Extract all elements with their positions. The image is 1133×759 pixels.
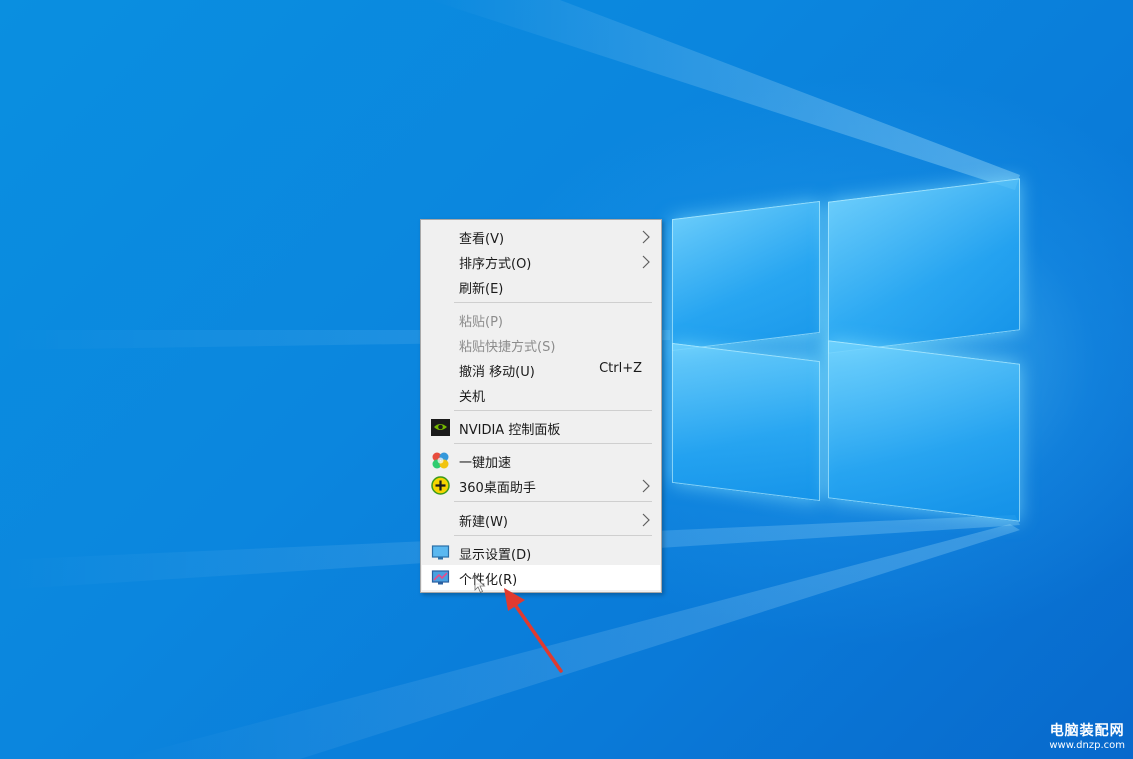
menu-item-refresh[interactable]: 刷新(E) xyxy=(422,274,660,299)
mouse-cursor-icon xyxy=(474,576,486,594)
menu-separator xyxy=(454,501,652,502)
watermark-url: www.dnzp.com xyxy=(1049,739,1125,751)
speedup-icon xyxy=(432,452,449,469)
menu-item-display-settings[interactable]: 显示设置(D) xyxy=(422,540,660,565)
nvidia-icon xyxy=(431,419,450,436)
chevron-right-icon xyxy=(642,255,650,269)
menu-item-label: 显示设置(D) xyxy=(459,548,532,563)
watermark-main: 电脑装配网 xyxy=(1049,723,1125,740)
menu-item-undo-move[interactable]: 撤消 移动(U) Ctrl+Z xyxy=(422,357,660,382)
windows-logo xyxy=(670,168,1022,528)
menu-separator xyxy=(454,443,652,444)
360-desktop-icon xyxy=(431,476,450,495)
annotation-arrow-icon xyxy=(504,588,563,673)
watermark: 电脑装配网 www.dnzp.com xyxy=(1049,723,1125,751)
chevron-right-icon xyxy=(642,230,650,244)
menu-item-nvidia-control-panel[interactable]: NVIDIA 控制面板 xyxy=(422,415,660,440)
menu-item-shortcut: Ctrl+Z xyxy=(599,361,642,376)
personalize-icon xyxy=(431,570,450,585)
menu-item-shutdown[interactable]: 关机 xyxy=(422,382,660,407)
menu-item-label: 粘贴(P) xyxy=(459,315,503,330)
menu-item-label: 新建(W) xyxy=(459,515,508,530)
menu-item-label: 关机 xyxy=(459,390,486,405)
menu-item-speedup[interactable]: 一键加速 xyxy=(422,448,660,473)
menu-item-label: 360桌面助手 xyxy=(459,481,536,496)
menu-item-label: 撤消 移动(U) xyxy=(459,365,535,380)
menu-item-label: 一键加速 xyxy=(459,456,512,471)
chevron-right-icon xyxy=(642,513,650,527)
menu-item-view[interactable]: 查看(V) xyxy=(422,224,660,249)
desktop-context-menu: 查看(V) 排序方式(O) 刷新(E) 粘贴(P) 粘贴快捷方式(S) 撤消 移… xyxy=(420,219,662,593)
menu-item-paste: 粘贴(P) xyxy=(422,307,660,332)
menu-separator xyxy=(454,410,652,411)
menu-separator xyxy=(454,302,652,303)
menu-separator xyxy=(454,535,652,536)
desktop: 查看(V) 排序方式(O) 刷新(E) 粘贴(P) 粘贴快捷方式(S) 撤消 移… xyxy=(0,0,1133,759)
menu-item-label: 粘贴快捷方式(S) xyxy=(459,340,556,355)
chevron-right-icon xyxy=(642,479,650,493)
menu-item-label: NVIDIA 控制面板 xyxy=(459,423,561,438)
menu-item-paste-shortcut: 粘贴快捷方式(S) xyxy=(422,332,660,357)
menu-item-360-desktop-assistant[interactable]: 360桌面助手 xyxy=(422,473,660,498)
menu-item-label: 排序方式(O) xyxy=(459,257,532,272)
menu-item-label: 刷新(E) xyxy=(459,282,504,297)
menu-item-label: 查看(V) xyxy=(459,232,505,247)
menu-item-new[interactable]: 新建(W) xyxy=(422,507,660,532)
menu-item-sort-by[interactable]: 排序方式(O) xyxy=(422,249,660,274)
display-settings-icon xyxy=(431,545,450,560)
